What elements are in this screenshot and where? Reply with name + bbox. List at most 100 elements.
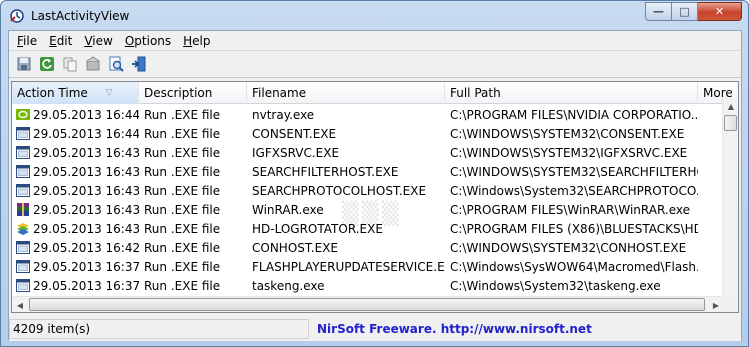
table-row[interactable]: 29.05.2013 16:43:55 Run .EXE file IGFXSRVC… — [12, 143, 724, 162]
close-button[interactable]: ✕ — [698, 2, 742, 21]
horizontal-scrollbar[interactable]: ◀ ▶ — [12, 296, 724, 312]
cell-filename: HD-LOGROTATOR.EXE — [252, 221, 383, 236]
find-icon — [109, 56, 124, 72]
cell-filename: IGFXSRVC.EXE — [252, 145, 340, 160]
item-count: 4209 item(s) — [9, 319, 309, 339]
cell-description: Run .EXE file — [144, 240, 221, 255]
cell-action-time: 29.05.2013 16:44:00 — [12, 126, 139, 141]
nirsoft-link[interactable]: NirSoft Freeware. http://www.nirsoft.net — [317, 322, 592, 336]
vertical-scroll-thumb[interactable] — [724, 115, 737, 131]
cell-full-path: C:\Windows\SysWOW64\Macromed\Flash... — [450, 259, 698, 274]
cell-action-time: 29.05.2013 16:43:53 — [12, 164, 139, 179]
maximize-button[interactable]: □ — [672, 2, 698, 21]
exe-icon — [15, 145, 31, 160]
scroll-left-icon[interactable]: ◀ — [12, 297, 28, 312]
copy-icon — [63, 57, 77, 72]
save-icon — [17, 57, 31, 71]
cell-description: Run .EXE file — [144, 164, 221, 179]
cell-filename: CONHOST.EXE — [252, 240, 338, 255]
activity-list[interactable]: ▒▒▒ Action Time ▽ Description Filename F… — [11, 81, 739, 313]
menu-help[interactable]: Help — [177, 34, 216, 48]
column-label: Action Time — [17, 86, 88, 100]
table-row[interactable]: 29.05.2013 16:43:53 Run .EXE file SEARCHFI… — [12, 162, 724, 181]
horizontal-scroll-thumb[interactable] — [29, 298, 705, 311]
cell-action-time: 29.05.2013 16:37:00 — [12, 259, 139, 274]
exe-icon — [15, 164, 31, 179]
action-time-text: 29.05.2013 16:43:55 — [33, 145, 139, 160]
table-row[interactable]: 29.05.2013 16:43:53 Run .EXE file SEARCHPR… — [12, 181, 724, 200]
action-time-text: 29.05.2013 16:43:53 — [33, 164, 139, 179]
cell-description: Run .EXE file — [144, 202, 221, 217]
menu-options[interactable]: Options — [119, 34, 177, 48]
table-row[interactable]: 29.05.2013 16:37:00 Run .EXE file FLASHPLA… — [12, 257, 724, 276]
action-time-text: 29.05.2013 16:37:00 — [33, 278, 139, 293]
vertical-scrollbar[interactable]: ▲ ▼ — [722, 98, 738, 312]
cell-description: Run .EXE file — [144, 221, 221, 236]
menu-edit[interactable]: Edit — [43, 34, 78, 48]
action-time-text: 29.05.2013 16:43:41 — [33, 202, 139, 217]
toolbar — [9, 51, 741, 78]
cell-action-time: 29.05.2013 16:37:00 — [12, 278, 139, 293]
cell-description: Run .EXE file — [144, 183, 221, 198]
refresh-icon — [40, 57, 54, 71]
cell-full-path: C:\PROGRAM FILES (X86)\BLUESTACKS\HD... — [450, 221, 698, 236]
column-header-description[interactable]: Description — [139, 82, 247, 104]
table-row[interactable]: 29.05.2013 16:42:33 Run .EXE file CONHOST.… — [12, 238, 724, 257]
cell-action-time: 29.05.2013 16:43:41 — [12, 202, 139, 217]
action-time-text: 29.05.2013 16:44:00 — [33, 107, 139, 122]
menu-view[interactable]: View — [78, 34, 118, 48]
bluestacks-icon — [15, 221, 31, 236]
menu-bar: File Edit View Options Help — [9, 31, 741, 51]
column-label: Filename — [252, 86, 307, 100]
lastactivity-app-icon — [9, 8, 25, 24]
minimize-button[interactable]: — — [645, 2, 672, 21]
winrar-icon — [15, 202, 31, 217]
table-row[interactable]: 29.05.2013 16:37:00 Run .EXE file taskeng.… — [12, 276, 724, 295]
cell-filename: taskeng.exe — [252, 278, 325, 293]
cell-action-time: 29.05.2013 16:43:55 — [12, 145, 139, 160]
cell-full-path: C:\WINDOWS\SYSTEM32\CONSENT.EXE — [450, 126, 685, 141]
window-title: LastActivityView — [31, 8, 130, 23]
status-bar: 4209 item(s) NirSoft Freeware. http://ww… — [9, 317, 741, 341]
action-time-text: 29.05.2013 16:43:33 — [33, 221, 139, 236]
save-button[interactable] — [13, 53, 35, 75]
scrollbar-corner — [722, 296, 738, 312]
find-button[interactable] — [105, 53, 127, 75]
cell-description: Run .EXE file — [144, 278, 221, 293]
cell-full-path: C:\WINDOWS\SYSTEM32\IGFXSRVC.EXE — [450, 145, 688, 160]
table-row[interactable]: 29.05.2013 16:43:41 Run .EXE file WinRAR.e… — [12, 200, 724, 219]
cell-action-time: 29.05.2013 16:42:33 — [12, 240, 139, 255]
exit-button[interactable] — [128, 53, 150, 75]
table-row[interactable]: 29.05.2013 16:43:33 Run .EXE file HD-LOGRO… — [12, 219, 724, 238]
action-time-text: 29.05.2013 16:42:33 — [33, 240, 139, 255]
sort-descending-icon: ▽ — [105, 88, 113, 98]
column-header-full-path[interactable]: Full Path — [445, 82, 698, 104]
exe-icon — [15, 278, 31, 293]
table-row[interactable]: 29.05.2013 16:44:00 Run .EXE file nvtray.e… — [12, 105, 724, 124]
caption-buttons: — □ ✕ — [645, 2, 742, 21]
menu-file[interactable]: File — [11, 34, 43, 48]
column-label: Full Path — [450, 86, 501, 100]
cell-filename: CONSENT.EXE — [252, 126, 337, 141]
column-header-action-time[interactable]: Action Time ▽ — [12, 82, 139, 104]
refresh-button[interactable] — [36, 53, 58, 75]
maximize-icon: □ — [679, 5, 690, 18]
scroll-up-icon[interactable]: ▲ — [723, 98, 738, 114]
cell-full-path: C:\WINDOWS\SYSTEM32\SEARCHFILTERHOS... — [450, 164, 698, 179]
action-time-text: 29.05.2013 16:44:00 — [33, 126, 139, 141]
cell-description: Run .EXE file — [144, 259, 221, 274]
minimize-icon: — — [653, 5, 664, 18]
cell-full-path: C:\Windows\System32\taskeng.exe — [450, 278, 661, 293]
exe-icon — [15, 183, 31, 198]
properties-button[interactable] — [82, 53, 104, 75]
client-area: File Edit View Options Help ▒▒▒ Action T… — [8, 30, 742, 341]
cell-description: Run .EXE file — [144, 126, 221, 141]
table-row[interactable]: 29.05.2013 16:44:00 Run .EXE file CONSENT.… — [12, 124, 724, 143]
column-label: Description — [144, 86, 213, 100]
list-header: Action Time ▽ Description Filename Full … — [12, 82, 738, 104]
title-bar[interactable]: LastActivityView — □ ✕ — [1, 1, 748, 30]
copy-button[interactable] — [59, 53, 81, 75]
cell-filename: WinRAR.exe — [252, 202, 324, 217]
close-icon: ✕ — [714, 5, 725, 18]
column-header-filename[interactable]: Filename — [247, 82, 445, 104]
